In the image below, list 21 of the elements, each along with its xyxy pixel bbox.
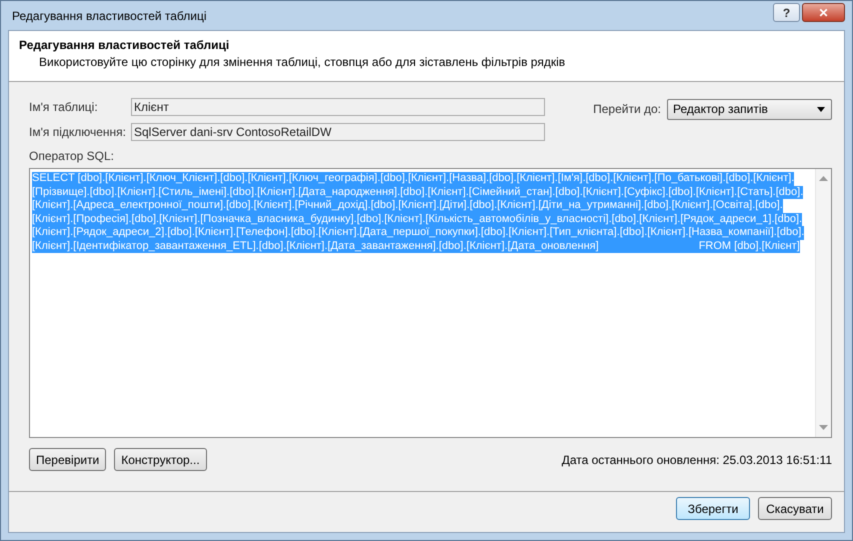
sql-label: Оператор SQL: [29,149,115,163]
scroll-down-icon[interactable] [819,425,828,430]
scrollbar[interactable] [815,169,831,437]
sql-text-area[interactable] [29,168,832,438]
goto-dropdown[interactable]: Редактор запитів [667,98,832,120]
cancel-button[interactable]: Скасувати [758,497,832,520]
last-update-text: Дата останнього оновлення: 25.03.2013 16:51:11 [562,452,832,466]
help-button[interactable]: ? [773,3,800,22]
field-label: Ім'я підключення: [29,125,128,139]
goto-label: Перейти до: [593,102,661,116]
dialog-button[interactable]: Конструктор... [114,448,207,471]
text-field[interactable]: Клієнт [131,98,545,116]
field-label: Ім'я таблиці: [29,100,99,114]
header-description: Використовуйте цю сторінку для змінення таблиці, стовпця або для зіставлень фільтрів рядків [39,55,566,69]
window-title: Редагування властивостей таблиці [12,8,207,22]
dialog-button[interactable]: Перевірити [29,448,106,471]
scroll-up-icon[interactable] [819,176,828,181]
header-title: Редагування властивостей таблиці [19,38,230,52]
caret-icon [817,106,825,112]
text-field[interactable]: SqlServer dani-srv ContosoRetailDW [131,123,545,141]
save-button[interactable]: Зберегти [676,497,750,520]
